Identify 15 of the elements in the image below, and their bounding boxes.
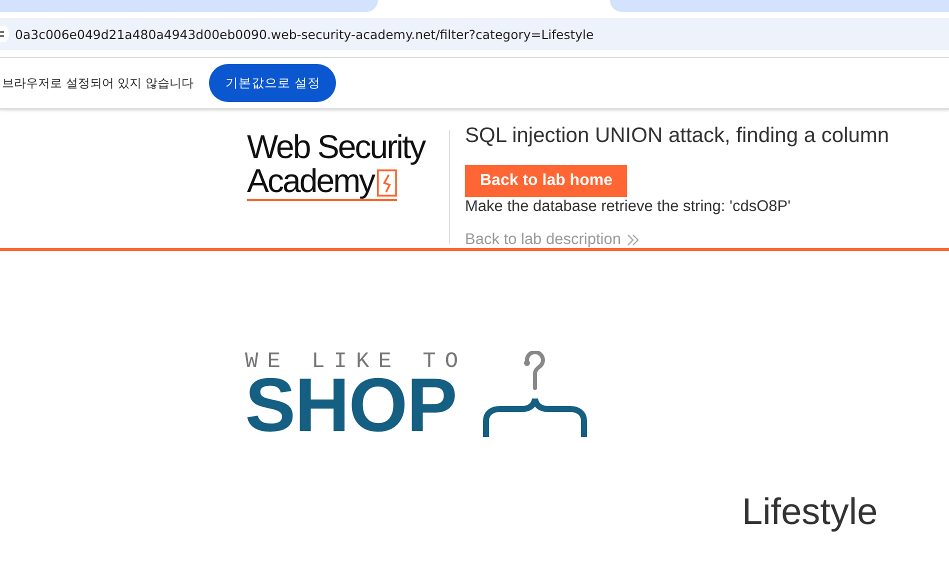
- browser-tab[interactable]: [610, 0, 949, 12]
- browser-tab[interactable]: [0, 0, 378, 12]
- set-default-button[interactable]: 기본값으로 설정: [209, 64, 336, 102]
- lab-title: SQL injection UNION attack, finding a column: [465, 124, 890, 148]
- lab-description: Make the database retrieve the string: 'cdsO8P': [465, 198, 791, 216]
- infobar-message: 브라우저로 설정되어 있지 않습니다: [2, 74, 194, 92]
- logo-text: Web Security: [247, 130, 426, 164]
- shop-logo-text: SHOP: [245, 373, 456, 439]
- lightning-icon: [377, 168, 397, 198]
- shop-tagline: WE LIKE TO: [245, 351, 468, 373]
- url-text: 0a3c006e049d21a480a4943d00eb0090.web-security-academy.net/filter?category=Lifestyle: [15, 26, 594, 42]
- category-heading: Lifestyle: [742, 491, 879, 533]
- address-bar[interactable]: 0a3c006e049d21a480a4943d00eb0090.web-security-academy.net/filter?category=Lifestyle: [0, 18, 949, 50]
- logo-text: Academy: [247, 164, 374, 198]
- double-chevron-icon: [626, 234, 639, 246]
